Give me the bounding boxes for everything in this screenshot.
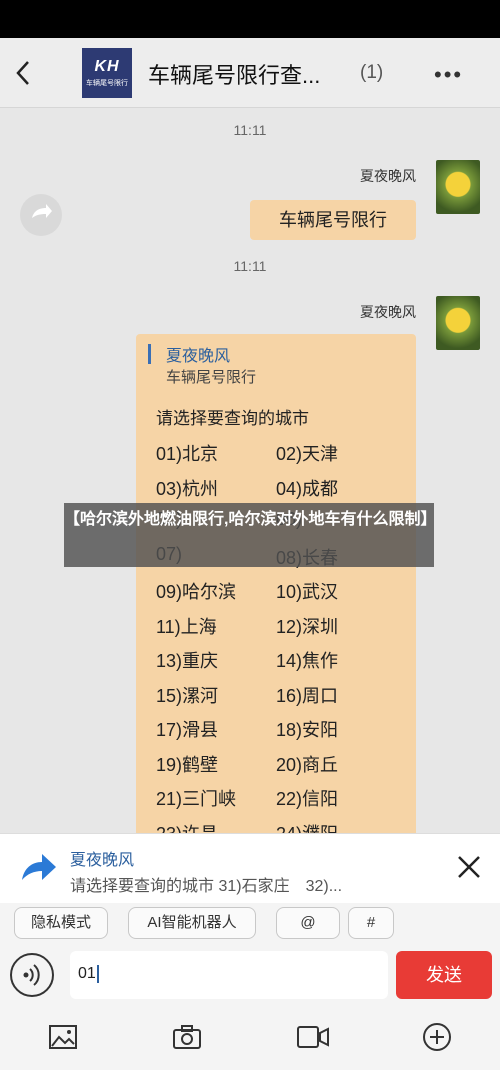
input-value: 01 [78,965,96,983]
image-icon[interactable] [48,1022,78,1052]
city-list-bubble[interactable]: 夏夜晚风 车辆尾号限行 请选择要查询的城市 01)北京 02)天津 03)杭州 04)… [136,334,416,833]
city-option: 04)成都 [276,478,339,499]
city-option: 13)重庆 [156,651,219,671]
city-option: 09)哈尔滨 [156,582,237,602]
article-banner: 【哈尔滨外地燃油限行,哈尔滨对外地车有什么限制】 [64,503,436,567]
timestamp: 11:11 [233,122,267,138]
reply-name: 夏夜晚风 [70,852,135,869]
city-option: 11)上海 [156,616,217,637]
chip-ai-robot[interactable]: AI智能机器人 [128,907,256,939]
quick-chips: 隐私模式 AI智能机器人 @ # [0,903,500,943]
city-option: 19)鹤壁 [156,754,219,775]
close-icon[interactable] [454,852,484,890]
chip-mention[interactable]: @ [276,907,340,939]
chip-privacy-mode[interactable]: 隐私模式 [14,907,108,939]
city-option: 21)三门峡 [156,789,237,809]
chat-title: 车辆尾号限行查... [148,63,321,88]
bottom-toolbar [0,1008,500,1070]
input-row: 01 发送 [0,943,500,1008]
quote-name: 夏夜晚风 [166,348,231,365]
video-icon[interactable] [296,1022,329,1052]
city-option: 14)焦作 [276,651,339,671]
user-avatar[interactable] [436,160,480,214]
quote-text: 车辆尾号限行 [166,369,257,386]
reply-text: 请选择要查询的城市 31)石家庄 32)... [70,878,343,895]
city-option: 17)滑县 [156,720,219,740]
back-icon[interactable] [12,56,36,90]
chat-header: KH 车辆尾号限行 车辆尾号限行查... (1) ••• [0,38,500,108]
city-option: 01)北京 [156,444,219,464]
message-sender: 夏夜晚风 [360,168,416,184]
message-bubble[interactable]: 车辆尾号限行 [250,200,416,240]
send-button[interactable]: 发送 [396,951,492,999]
group-logo: KH 车辆尾号限行 [82,48,132,98]
timestamp: 11:11 [233,258,267,274]
chip-hashtag[interactable]: # [348,907,394,939]
quote-bar [148,344,151,364]
city-option: 20)商丘 [276,754,339,775]
message-sender: 夏夜晚风 [360,304,416,320]
text-caret [96,965,99,983]
more-icon[interactable]: ••• [434,62,463,88]
city-option: 12)深圳 [276,616,339,637]
city-option: 03)杭州 [156,478,219,499]
plus-circle-icon[interactable] [422,1022,452,1052]
city-option: 18)安阳 [276,720,339,740]
reply-preview: 夏夜晚风 请选择要查询的城市 31)石家庄 32)... [0,833,500,903]
city-option: 24)濮阳 [276,820,338,834]
city-option: 10)武汉 [276,582,339,602]
user-avatar[interactable] [436,296,480,350]
message-input[interactable]: 01 [70,951,388,999]
logo-subtext: 车辆尾号限行 [86,80,128,87]
city-option: 15)漯河 [156,685,219,706]
voice-icon[interactable] [10,953,54,997]
share-icon[interactable] [20,194,62,236]
city-prompt: 请选择要查询的城市 [156,409,309,428]
city-option: 16)周口 [276,685,339,706]
city-option: 23)许昌 [156,820,218,834]
city-option: 22)信阳 [276,789,339,809]
logo-text: KH [94,58,120,75]
reply-arrow-icon [18,850,58,891]
member-count: (1) [360,62,384,83]
status-bar [0,0,500,38]
city-option: 02)天津 [276,444,339,464]
chat-area[interactable]: 11:11 夏夜晚风 车辆尾号限行 11:11 夏夜晚风 夏夜晚风 车辆尾号限行… [0,108,500,833]
camera-icon[interactable] [172,1022,202,1052]
